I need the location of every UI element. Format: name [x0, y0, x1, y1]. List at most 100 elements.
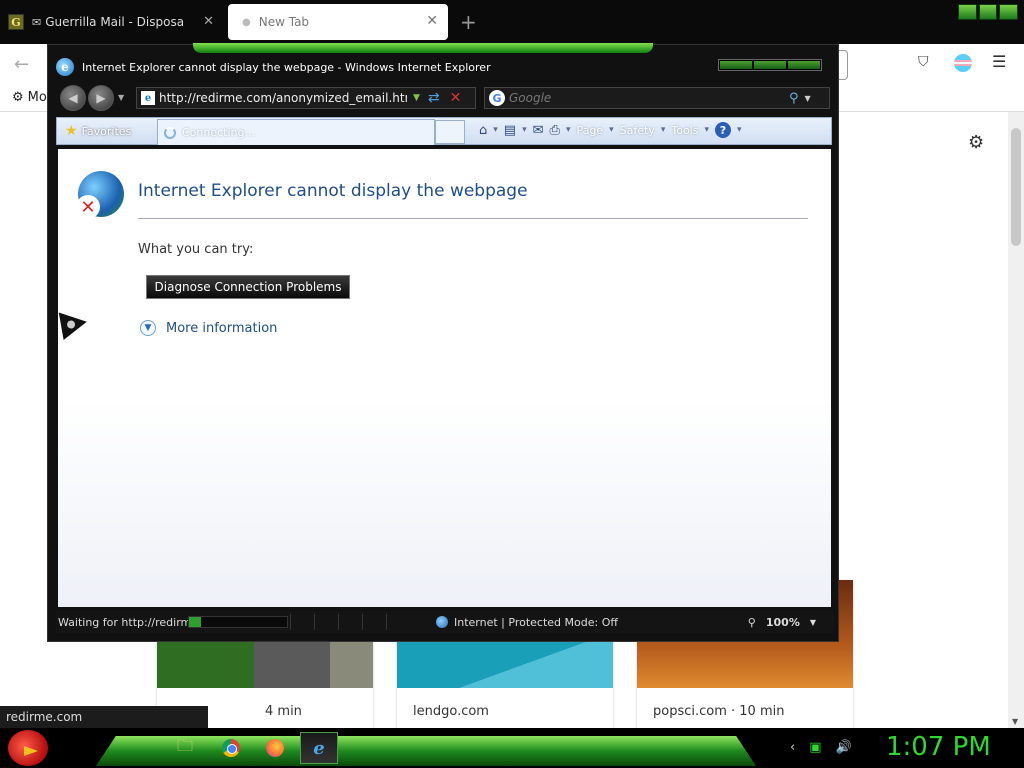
scroll-down-arrow-icon[interactable]: ▼	[1012, 717, 1018, 726]
what-you-can-try-label: What you can try:	[138, 242, 254, 257]
network-icon[interactable]: ▣	[809, 740, 821, 755]
zoom-dropdown-icon[interactable]: ▼	[810, 618, 816, 627]
firefox-tab-bar: G ✉ Guerrilla Mail - Disposable Te ✕ ● N…	[0, 0, 1024, 44]
search-input[interactable]: Google	[509, 91, 789, 105]
error-x-icon: ✕	[76, 195, 100, 219]
search-options-dropdown-icon[interactable]: ▼	[805, 94, 811, 103]
more-information-label: More information	[166, 320, 278, 336]
favorites-label: Favorites	[81, 124, 132, 138]
internet-explorer-icon[interactable]: e	[300, 732, 338, 764]
tab-title: Connecting...	[182, 126, 255, 139]
status-text: Waiting for http://redirme.com/anonymize…	[58, 615, 188, 629]
mouse-cursor	[58, 307, 90, 341]
volume-icon[interactable]: 🔊	[836, 740, 852, 755]
close-window-button[interactable]	[999, 4, 1019, 20]
ie-new-tab-button[interactable]	[435, 120, 465, 144]
window-glow-decoration	[193, 43, 653, 53]
more-information-link[interactable]: ▼ More information	[140, 320, 277, 336]
page-icon: e	[141, 91, 155, 105]
recent-pages-dropdown-icon[interactable]: ▼	[118, 93, 124, 102]
refresh-icon[interactable]: ⇄	[428, 90, 440, 106]
error-heading: Internet Explorer cannot display the web…	[138, 181, 528, 201]
file-explorer-icon[interactable]: 🗀	[166, 732, 204, 764]
ie-toolbar: ⌂ ▾ ▤ ▾ ✉ ⎙ ▾ Page ▾ Safety ▾ Tools ▾ ? ▾	[479, 122, 742, 138]
loading-spinner-icon	[164, 126, 176, 139]
forward-button[interactable]: ▶	[88, 85, 114, 111]
story-meta: 4 min	[265, 704, 302, 719]
pocket-icon[interactable]: ⛉	[918, 54, 929, 70]
diagnose-connection-button[interactable]: Diagnose Connection Problems	[146, 275, 350, 299]
bookmarks-label: Mo	[27, 90, 47, 105]
ie-nav-bar: ◀ ▶ ▼ e http://redirme.com/anonymized_em…	[56, 83, 832, 113]
account-avatar-icon[interactable]	[954, 54, 972, 72]
search-icon[interactable]: ⚲	[789, 91, 799, 106]
page-menu[interactable]: Page	[576, 124, 603, 137]
guerrilla-mail-favicon: G	[8, 14, 24, 30]
bookmarks-item[interactable]: ⚙ Mo	[12, 90, 47, 105]
ie-command-bar: ★ Favorites Connecting... ⌂ ▾ ▤ ▾ ✉ ⎙ ▾ Pag…	[56, 117, 832, 145]
ie-title-bar[interactable]: e Internet Explorer cannot display the w…	[56, 57, 491, 77]
address-bar[interactable]: e http://redirme.com/anonymized_email.ht…	[136, 87, 476, 109]
help-icon[interactable]: ?	[715, 122, 731, 138]
address-input[interactable]: http://redirme.com/anonymized_email.html	[159, 91, 407, 105]
story-meta: popsci.com · 10 min	[653, 704, 785, 719]
chrome-icon[interactable]	[212, 732, 250, 764]
hamburger-menu-icon[interactable]: ☰	[992, 52, 1006, 71]
clock[interactable]: 1:07 PM	[886, 732, 991, 762]
feeds-icon[interactable]: ▤	[504, 123, 516, 138]
home-icon[interactable]: ⌂	[479, 123, 487, 138]
internet-zone-icon	[436, 616, 448, 628]
tab-guerrilla-mail[interactable]: G ✉ Guerrilla Mail - Disposable Te ✕	[0, 4, 220, 40]
google-icon: G	[489, 90, 505, 106]
new-tab-button[interactable]: +	[460, 10, 477, 34]
maximize-button[interactable]	[754, 61, 786, 69]
settings-gear-icon[interactable]: ⚙	[968, 132, 984, 153]
tray-chevron-icon[interactable]: ‹	[790, 740, 795, 755]
mail-icon[interactable]: ✉	[533, 123, 544, 138]
minimize-button[interactable]	[958, 4, 977, 20]
home-dropdown-icon[interactable]: ▾	[493, 125, 498, 135]
status-cells	[290, 614, 410, 630]
zoom-level: 100%	[765, 615, 800, 629]
taskbar: 🗀 e ‹ ▣ 🔊 1:07 PM	[0, 728, 1024, 768]
back-button[interactable]: ◀	[60, 85, 86, 111]
tab-title: Guerrilla Mail - Disposable Te	[45, 15, 185, 29]
close-tab-icon[interactable]: ✕	[203, 14, 214, 29]
firefox-icon[interactable]	[256, 732, 294, 764]
ie-window: e Internet Explorer cannot display the w…	[47, 43, 839, 642]
safety-menu[interactable]: Safety	[620, 124, 655, 137]
back-arrow-icon[interactable]: ←	[14, 54, 29, 75]
tools-menu[interactable]: Tools	[671, 124, 698, 137]
firefox-status-url: redirme.com	[0, 706, 208, 728]
ie-logo-icon: e	[56, 58, 74, 76]
favorites-button[interactable]: ★ Favorites	[59, 120, 137, 142]
address-dropdown-icon[interactable]: ▼	[413, 93, 420, 103]
page-scrollbar[interactable]: ▼	[1008, 112, 1024, 728]
ie-tab-connecting[interactable]: Connecting...	[157, 119, 435, 145]
maximize-button[interactable]	[978, 4, 998, 20]
ie-window-controls	[718, 59, 822, 71]
window-controls	[958, 4, 1019, 20]
print-dropdown-icon[interactable]: ▾	[566, 125, 571, 135]
ie-status-bar: Waiting for http://redirme.com/anonymize…	[56, 611, 834, 633]
search-box[interactable]: G Google ⚲ ▼	[484, 87, 830, 109]
close-window-button[interactable]	[788, 61, 820, 69]
loading-dot-icon: ●	[242, 16, 251, 28]
zoom-control[interactable]: ⚲ 100% ▼	[748, 616, 834, 629]
loading-progress-bar	[188, 616, 288, 628]
tab-title: New Tab	[258, 15, 310, 29]
close-tab-icon[interactable]: ✕	[426, 13, 438, 29]
zone-label: Internet | Protected Mode: Off	[454, 615, 618, 629]
zoom-icon: ⚲	[747, 615, 756, 629]
system-tray: ‹ ▣ 🔊	[790, 740, 852, 755]
scrollbar-thumb[interactable]	[1011, 128, 1021, 246]
start-button-angry-bird-icon[interactable]	[8, 730, 48, 766]
print-icon[interactable]: ⎙	[550, 123, 560, 138]
feeds-dropdown-icon[interactable]: ▾	[522, 125, 527, 135]
divider	[138, 218, 808, 219]
minimize-button[interactable]	[720, 61, 752, 69]
tab-new-tab[interactable]: ● New Tab ✕	[228, 4, 448, 40]
progress-fill	[189, 617, 201, 627]
stop-icon[interactable]: ✕	[450, 90, 462, 106]
security-zone[interactable]: Internet | Protected Mode: Off	[436, 616, 686, 629]
